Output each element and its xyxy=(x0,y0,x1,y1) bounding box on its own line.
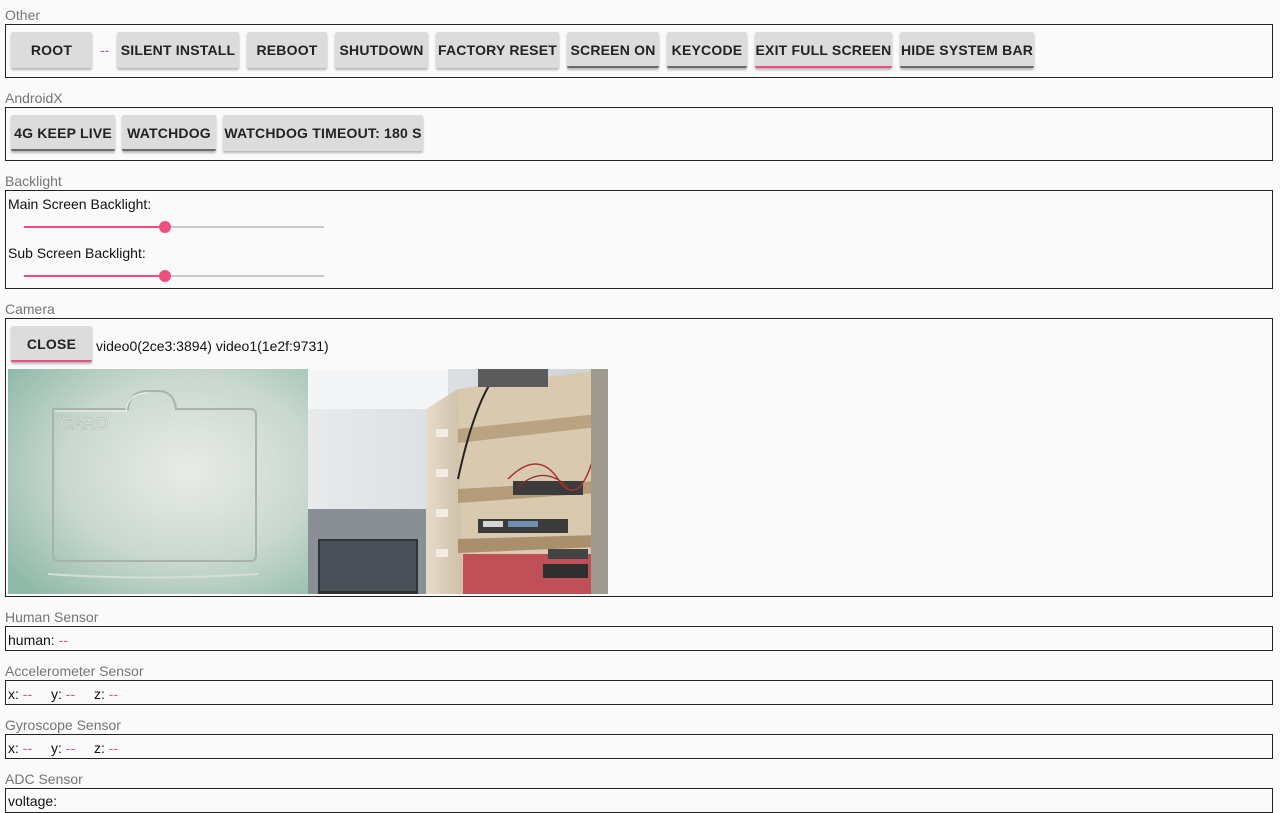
gyroscope-panel: x: -- y: -- z: -- xyxy=(5,734,1273,759)
camera-devices: video0(2ce3:3894) video1(1e2f:9731) xyxy=(96,338,329,354)
main-backlight-label: Main Screen Backlight: xyxy=(8,196,152,212)
keep-live-button[interactable]: 4G KEEP LIVE xyxy=(11,115,115,151)
accel-z: z: -- xyxy=(94,686,118,702)
accelerometer-panel: x: -- y: -- z: -- xyxy=(5,680,1273,705)
shutdown-button[interactable]: SHUTDOWN xyxy=(335,32,428,68)
card-embossed-text: CARD xyxy=(60,414,108,433)
gyro-y-value: -- xyxy=(65,740,76,756)
human-value: -- xyxy=(58,632,68,648)
keep-live-label: 4G KEEP LIVE xyxy=(14,125,112,141)
backlight-panel: Main Screen Backlight: Sub Screen Backli… xyxy=(5,190,1273,289)
accel-z-value: -- xyxy=(108,686,119,702)
screen-on-underline xyxy=(567,66,659,68)
accel-y-key: y: xyxy=(51,686,62,702)
hide-system-bar-button[interactable]: HIDE SYSTEM BAR xyxy=(900,32,1034,68)
sub-backlight-slider[interactable] xyxy=(24,268,324,284)
factory-reset-label: FACTORY RESET xyxy=(437,42,558,58)
screen-on-button[interactable]: SCREEN ON xyxy=(567,32,659,68)
hide-system-bar-underline xyxy=(900,66,1034,68)
section-title-gyroscope: Gyroscope Sensor xyxy=(5,717,121,733)
section-title-camera: Camera xyxy=(5,301,55,317)
watchdog-timeout-button[interactable]: WATCHDOG TIMEOUT: 180 S xyxy=(223,115,423,151)
section-title-accelerometer: Accelerometer Sensor xyxy=(5,663,144,679)
reboot-button[interactable]: REBOOT xyxy=(247,32,327,68)
shutdown-label: SHUTDOWN xyxy=(339,42,424,58)
exit-full-screen-underline xyxy=(755,66,892,68)
human-key: human: xyxy=(8,632,55,648)
section-title-human-sensor: Human Sensor xyxy=(5,609,99,625)
section-title-androidx: AndroidX xyxy=(5,90,63,106)
exit-full-screen-button[interactable]: EXIT FULL SCREEN xyxy=(755,32,892,68)
sub-backlight-label: Sub Screen Backlight: xyxy=(8,245,146,261)
silent-install-label: SILENT INSTALL xyxy=(120,42,236,58)
main-backlight-thumb[interactable] xyxy=(159,221,171,233)
watchdog-timeout-label: WATCHDOG TIMEOUT: 180 S xyxy=(224,125,422,141)
camera-close-label: CLOSE xyxy=(26,336,77,352)
human-sensor-reading: human: -- xyxy=(8,632,68,648)
watchdog-button[interactable]: WATCHDOG xyxy=(122,115,216,151)
accel-z-key: z: xyxy=(94,686,105,702)
gyro-y-key: y: xyxy=(51,740,62,756)
watchdog-underline xyxy=(122,149,216,151)
root-button-label: ROOT xyxy=(30,42,73,58)
camera-close-button[interactable]: CLOSE xyxy=(11,326,92,362)
other-panel: ROOT -- SILENT INSTALL REBOOT SHUTDOWN F… xyxy=(5,24,1273,78)
accel-y: y: -- xyxy=(51,686,75,702)
accel-x: x: -- xyxy=(8,686,32,702)
root-status: -- xyxy=(100,42,110,58)
watchdog-label: WATCHDOG xyxy=(127,125,211,141)
silent-install-button[interactable]: SILENT INSTALL xyxy=(117,32,239,68)
camera-preview-video0: CARD xyxy=(8,369,308,594)
root-button[interactable]: ROOT xyxy=(11,32,92,68)
keycode-underline xyxy=(667,66,747,68)
sub-backlight-thumb[interactable] xyxy=(159,270,171,282)
reboot-label: REBOOT xyxy=(256,42,318,58)
adc-voltage-key: voltage: xyxy=(8,793,58,809)
camera-preview-video1 xyxy=(308,369,608,594)
keycode-label: KEYCODE xyxy=(671,42,743,58)
gyro-x-key: x: xyxy=(8,740,19,756)
accel-y-value: -- xyxy=(65,686,76,702)
section-title-other: Other xyxy=(5,7,41,23)
camera-panel: CLOSE video0(2ce3:3894) video1(1e2f:9731… xyxy=(5,318,1273,597)
gyro-z: z: -- xyxy=(94,740,118,756)
section-title-adc: ADC Sensor xyxy=(5,771,83,787)
accel-x-value: -- xyxy=(22,686,33,702)
hide-system-bar-label: HIDE SYSTEM BAR xyxy=(900,42,1034,58)
factory-reset-button[interactable]: FACTORY RESET xyxy=(436,32,559,68)
section-title-backlight: Backlight xyxy=(5,173,62,189)
keep-live-underline xyxy=(11,149,115,151)
main-backlight-fill xyxy=(24,226,165,228)
sub-backlight-fill xyxy=(24,275,165,277)
adc-panel: voltage: xyxy=(5,788,1273,813)
gyro-x: x: -- xyxy=(8,740,32,756)
androidx-panel: 4G KEEP LIVE WATCHDOG WATCHDOG TIMEOUT: … xyxy=(5,107,1273,161)
accel-x-key: x: xyxy=(8,686,19,702)
human-sensor-panel: human: -- xyxy=(5,626,1273,651)
camera-close-underline xyxy=(11,360,92,362)
keycode-button[interactable]: KEYCODE xyxy=(667,32,747,68)
exit-full-screen-label: EXIT FULL SCREEN xyxy=(755,42,892,58)
screen-on-label: SCREEN ON xyxy=(570,42,656,58)
gyro-z-key: z: xyxy=(94,740,105,756)
gyro-z-value: -- xyxy=(108,740,119,756)
main-backlight-slider[interactable] xyxy=(24,219,324,235)
gyro-x-value: -- xyxy=(22,740,33,756)
gyro-y: y: -- xyxy=(51,740,75,756)
